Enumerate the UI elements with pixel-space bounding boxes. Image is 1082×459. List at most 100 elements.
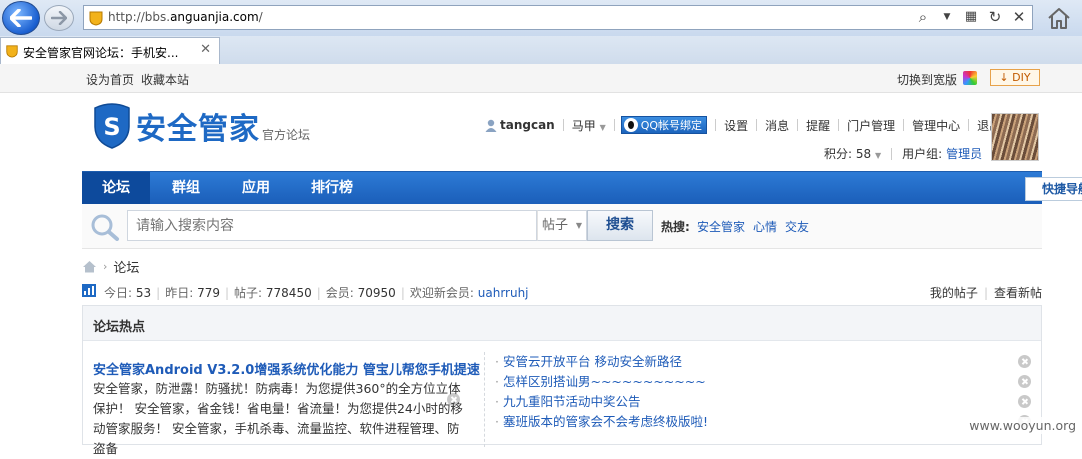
list-item[interactable]: · 安管云开放平台 移动安全新路径 — [495, 352, 1031, 372]
nav-ranking[interactable]: 排行榜 — [298, 172, 366, 205]
divider — [838, 119, 840, 131]
home-icon[interactable] — [82, 260, 97, 273]
search-type-select[interactable]: 帖子 ▼ — [537, 210, 587, 241]
main-nav: 论坛 群组 应用 排行榜 快捷导航 ▼ — [82, 171, 1082, 205]
reminders-link[interactable]: 提醒 — [806, 117, 830, 134]
watermark: www.wooyun.org — [965, 417, 1080, 434]
list-item[interactable]: · 怎样区别搭讪男~~~~~~~~~~~ — [495, 372, 1031, 392]
nav-forum[interactable]: 论坛 — [82, 172, 150, 205]
settings-link[interactable]: 设置 — [724, 117, 748, 134]
today-label: 今日: — [104, 286, 133, 300]
site-logo[interactable]: S 安全管家 官方论坛 — [92, 100, 322, 152]
stop-icon[interactable]: ✕ — [1010, 8, 1028, 26]
posts-label: 帖子: — [234, 286, 263, 300]
set-homepage-link[interactable]: 设为首页 — [86, 71, 134, 88]
list-item-title: 九九重阳节活动中奖公告 — [502, 394, 641, 409]
portal-admin-link[interactable]: 门户管理 — [847, 117, 895, 134]
compatibility-view-icon[interactable]: ▦ — [962, 8, 980, 26]
nav-groups[interactable]: 群组 — [152, 172, 220, 205]
tab-favicon-icon — [6, 45, 18, 58]
hot-panel-title: 论坛热点 — [93, 320, 146, 335]
home-icon[interactable] — [1046, 6, 1072, 30]
alt-account-label: 马甲 — [571, 118, 596, 133]
qq-bind-label: QQ帐号绑定 — [640, 119, 703, 132]
back-arrow-icon — [10, 9, 32, 27]
list-item-title: 塞班版本的管家会不会考虑终极版啦! — [502, 414, 708, 429]
score-menu[interactable]: 积分: 58 ▼ — [824, 145, 881, 162]
theme-color-icon[interactable] — [963, 71, 977, 85]
breadcrumb-current[interactable]: 论坛 — [113, 257, 139, 276]
score-bar: 积分: 58 ▼ 用户组: 管理员 — [824, 145, 982, 162]
hot-panel: 论坛热点 安全管家Android V3.2.0增强系统优化能力 管宝儿帮您手机提… — [82, 305, 1042, 456]
tab-title: 安全管家官网论坛：手机安... — [23, 46, 179, 60]
bar-chart-icon — [82, 284, 96, 297]
posts-count: 778450 — [265, 286, 312, 300]
bookmark-link[interactable]: 收藏本站 — [141, 71, 189, 88]
search-icon[interactable]: ⌕ — [914, 8, 932, 26]
new-member-link[interactable]: uahrruhj — [478, 286, 529, 300]
yesterday-count: 779 — [197, 286, 220, 300]
feature-post-title[interactable]: 安全管家Android V3.2.0增强系统优化能力 管宝儿帮您手机提速 — [93, 359, 480, 378]
browser-toolbar: http://bbs.anguanjia.com/ ⌕ ▼ ▦ ↻ ✕ — [0, 0, 1082, 37]
feature-post-summary: 安全管家，防泄露！防骚扰！防病毒！为您提供360°的全方位立体保护！ 安全管家，… — [93, 381, 463, 456]
divider — [756, 119, 758, 131]
address-bar[interactable]: http://bbs.anguanjia.com/ ⌕ ▼ ▦ ↻ ✕ — [83, 5, 1033, 30]
close-icon[interactable] — [1018, 355, 1031, 368]
diy-button[interactable]: ↓ DIY — [990, 69, 1040, 86]
chevron-right-icon: › — [103, 260, 108, 273]
chevron-down-icon: ▼ — [874, 151, 882, 160]
search-row: 帖子 ▼ 搜索 热搜: 安全管家 心情 交友 — [82, 204, 1042, 249]
hot-search-label: 热搜: — [661, 220, 690, 234]
yesterday-label: 昨日: — [165, 286, 194, 300]
admin-center-link[interactable]: 管理中心 — [912, 117, 960, 134]
alt-account-menu[interactable]: 马甲 ▼ — [572, 117, 606, 134]
search-input[interactable] — [127, 210, 537, 241]
hot-panel-header — [83, 306, 1041, 341]
diy-label: DIY — [1012, 71, 1031, 84]
user-icon — [485, 119, 497, 132]
address-bar-icons: ⌕ ▼ ▦ ↻ ✕ — [914, 8, 1028, 26]
user-bar: tangcan 马甲 ▼ QQ帐号绑定 设置 消息 提醒 门户管理 管理中心 退… — [485, 116, 1001, 134]
list-item[interactable]: · 九九重阳节活动中奖公告 — [495, 392, 1031, 412]
messages-link[interactable]: 消息 — [765, 117, 789, 134]
divider — [562, 119, 564, 131]
refresh-icon[interactable]: ↻ — [986, 8, 1004, 26]
forward-button[interactable] — [44, 5, 74, 31]
user-group-label: 用户组: — [902, 147, 943, 161]
tab-active[interactable]: 安全管家官网论坛：手机安... ✕ — [0, 37, 220, 64]
avatar[interactable] — [991, 113, 1039, 161]
search-icon — [91, 214, 119, 241]
stats-row: 今日: 53 | 昨日: 779 | 帖子: 778450 | 会员: 70950 | 欢迎新会… — [82, 283, 1042, 301]
back-button[interactable] — [2, 1, 40, 35]
close-icon[interactable] — [1018, 375, 1031, 388]
site-topbar: 设为首页 收藏本站 切换到宽版 ↓ DIY — [0, 64, 1082, 93]
tab-close-icon[interactable]: ✕ — [200, 42, 211, 57]
qq-bind-button[interactable]: QQ帐号绑定 — [620, 116, 708, 134]
nav-apps[interactable]: 应用 — [222, 172, 290, 205]
breadcrumb: › 论坛 — [82, 257, 139, 276]
search-button[interactable]: 搜索 — [587, 210, 653, 241]
quick-nav-dropdown[interactable]: 快捷导航 ▼ — [1025, 177, 1082, 201]
my-posts-link[interactable]: 我的帖子 — [930, 286, 978, 300]
svg-text:S: S — [103, 113, 120, 141]
new-posts-link[interactable]: 查看新帖 — [994, 286, 1042, 300]
list-item[interactable]: · 塞班版本的管家会不会考虑终极版啦! — [495, 412, 1031, 432]
hot-search-link[interactable]: 安全管家 — [697, 218, 745, 235]
divider — [891, 147, 893, 160]
close-icon[interactable] — [1018, 395, 1031, 408]
dropdown-arrow-icon[interactable]: ▼ — [938, 8, 956, 26]
switch-wide-link[interactable]: 切换到宽版 — [897, 71, 957, 88]
logo-subtitle: 官方论坛 — [262, 128, 311, 142]
divider — [797, 119, 799, 131]
stats-links: 我的帖子 | 查看新帖 — [929, 286, 1042, 300]
forward-arrow-icon — [51, 11, 67, 25]
list-item-title: 怎样区别搭讪男~~~~~~~~~~~ — [502, 374, 706, 389]
hot-search-link[interactable]: 交友 — [785, 218, 809, 235]
hot-search-link[interactable]: 心情 — [753, 218, 777, 235]
user-group-link[interactable]: 管理员 — [946, 145, 982, 162]
url-text[interactable]: http://bbs.anguanjia.com/ — [108, 10, 263, 24]
today-count: 53 — [135, 286, 152, 300]
members-label: 会员: — [325, 286, 354, 300]
score-label: 积分: 58 — [824, 147, 872, 161]
username-link[interactable]: tangcan — [500, 118, 555, 132]
